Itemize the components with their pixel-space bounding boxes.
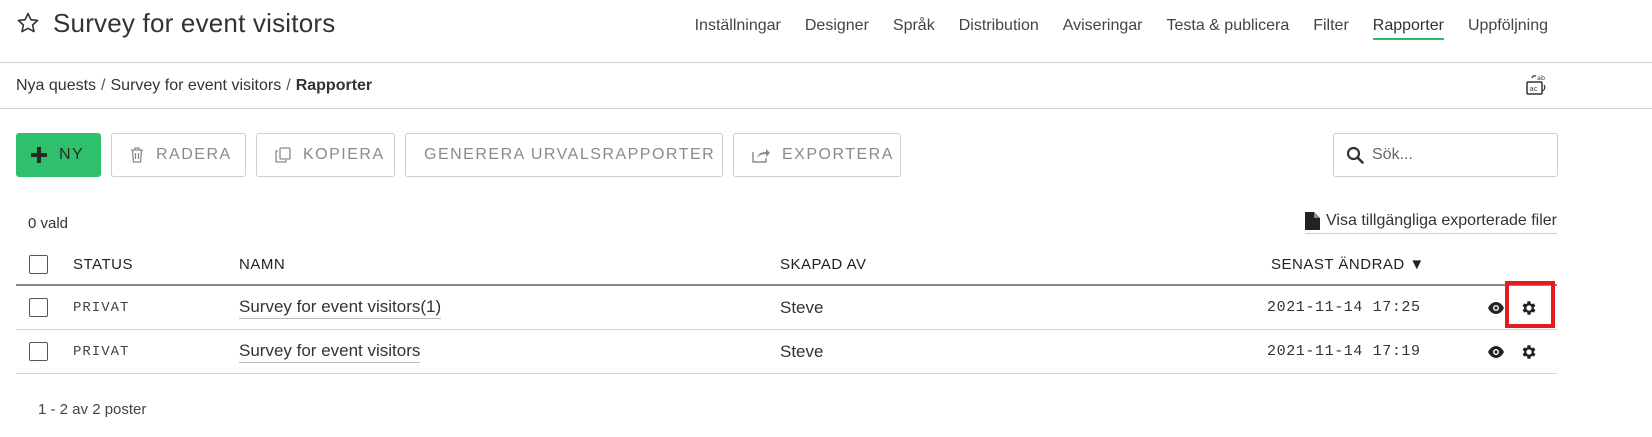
export-button[interactable]: EXPORTERA [733, 133, 901, 177]
pagination-summary: 1 - 2 av 2 poster [38, 401, 147, 418]
search-icon [1346, 146, 1364, 164]
generate-selection-reports-button[interactable]: GENERERA URVALSRAPPORTER [405, 133, 723, 177]
nav-distribution[interactable]: Distribution [959, 17, 1039, 40]
gear-icon[interactable] [1520, 343, 1538, 361]
export-button-label: EXPORTERA [782, 146, 894, 163]
nav-testa-publicera[interactable]: Testa & publicera [1166, 17, 1289, 40]
row-status: PRIVAT [73, 299, 130, 316]
search-box [1333, 133, 1558, 177]
copy-icon [275, 147, 291, 163]
row-last-modified: 2021-11-14 17:19 [1267, 343, 1421, 360]
svg-text:ab: ab [1537, 74, 1545, 82]
row-checkbox[interactable] [29, 298, 48, 317]
star-icon[interactable] [16, 11, 40, 35]
breadcrumb-item-nya-quests[interactable]: Nya quests [16, 77, 96, 94]
copy-button-label: KOPIERA [303, 146, 385, 163]
eye-icon[interactable] [1487, 301, 1505, 315]
page-title: Survey for event visitors [53, 8, 336, 38]
nav-aviseringar[interactable]: Aviseringar [1063, 17, 1143, 40]
row-created-by: Steve [780, 341, 824, 361]
highlight-annotation [1505, 281, 1555, 328]
report-name-link[interactable]: Survey for event visitors(1) [239, 297, 442, 319]
search-input[interactable] [1372, 146, 1542, 164]
row-checkbox[interactable] [29, 342, 48, 361]
nav-designer[interactable]: Designer [805, 17, 869, 40]
svg-text:ac: ac [1530, 85, 1538, 93]
column-header-created-by[interactable]: SKAPAD AV [780, 244, 866, 284]
new-button-label: NY [59, 146, 85, 163]
breadcrumb-item-survey[interactable]: Survey for event visitors [111, 77, 282, 94]
generate-button-label: GENERERA URVALSRAPPORTER [424, 146, 716, 163]
top-bar: Survey for event visitors Inställningar … [0, 0, 1652, 63]
breadcrumb-item-current: Rapporter [295, 77, 373, 94]
select-all-checkbox[interactable] [29, 254, 48, 274]
breadcrumb-separator: / [286, 77, 291, 94]
nav-uppfoljning[interactable]: Uppföljning [1468, 17, 1548, 40]
column-header-last-modified[interactable]: SENAST ÄNDRAD ▼ [1271, 244, 1425, 284]
nav-rapporter[interactable]: Rapporter [1372, 17, 1444, 40]
exported-files-link[interactable]: Visa tillgängliga exporterade filer [1305, 212, 1557, 234]
translate-icon[interactable]: ac ab [1524, 73, 1548, 97]
table-row[interactable]: PRIVAT Survey for event visitors(1) Stev… [16, 286, 1557, 330]
table-header: STATUS NAMN SKAPAD AV SENAST ÄNDRAD ▼ [16, 244, 1557, 286]
file-icon [1305, 212, 1321, 230]
reports-table: STATUS NAMN SKAPAD AV SENAST ÄNDRAD ▼ PR… [16, 244, 1557, 374]
column-header-name[interactable]: NAMN [239, 244, 285, 284]
row-status: PRIVAT [73, 343, 130, 360]
nav-sprak[interactable]: Språk [893, 17, 935, 40]
share-icon [752, 147, 770, 163]
exported-files-label: Visa tillgängliga exporterade filer [1326, 212, 1557, 229]
trash-icon [130, 147, 144, 163]
breadcrumb-bar: Nya quests / Survey for event visitors / Rap… [0, 63, 1652, 109]
row-created-by: Steve [780, 297, 824, 317]
new-button[interactable]: NY [16, 133, 101, 177]
selected-count: 0 vald [28, 215, 69, 232]
table-row[interactable]: PRIVAT Survey for event visitors Steve 2… [16, 330, 1557, 374]
nav-installningar[interactable]: Inställningar [695, 17, 781, 40]
nav-filter[interactable]: Filter [1313, 17, 1349, 40]
copy-button[interactable]: KOPIERA [256, 133, 395, 177]
top-navigation: Inställningar Designer Språk Distributio… [695, 17, 1548, 40]
plus-icon [31, 147, 47, 163]
delete-button-label: RADERA [156, 146, 232, 163]
report-name-link[interactable]: Survey for event visitors [239, 341, 421, 363]
toolbar: NY RADERA KOPIERA GENERERA URVALSRAPPORT… [16, 133, 901, 177]
delete-button[interactable]: RADERA [111, 133, 246, 177]
eye-icon[interactable] [1487, 345, 1505, 359]
breadcrumb-separator: / [101, 77, 106, 94]
breadcrumb: Nya quests / Survey for event visitors / Rap… [16, 77, 372, 95]
column-header-status[interactable]: STATUS [73, 244, 133, 284]
row-last-modified: 2021-11-14 17:25 [1267, 299, 1421, 316]
